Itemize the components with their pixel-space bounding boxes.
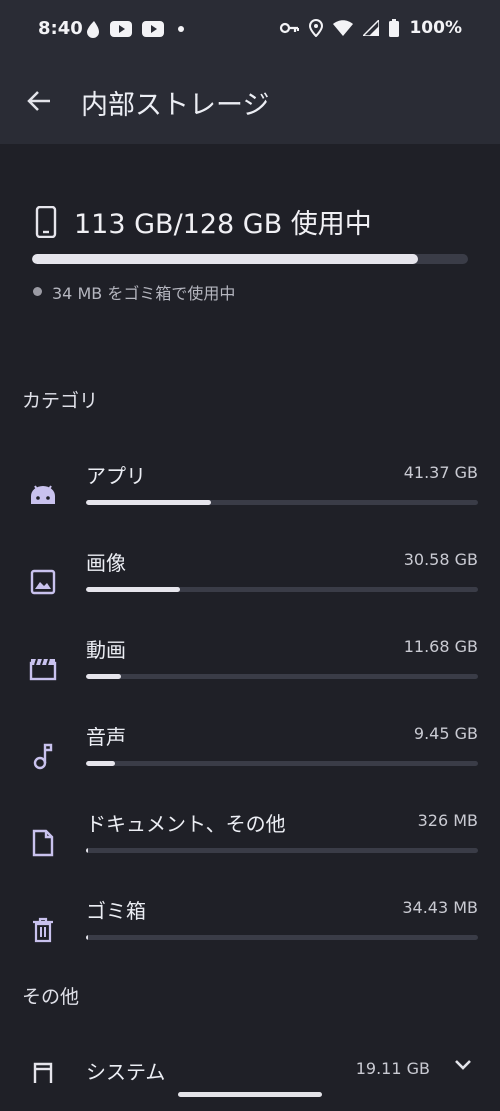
wifi-icon <box>333 20 354 36</box>
system-row[interactable]: システム 19.11 GB <box>0 1046 500 1096</box>
phone-icon <box>35 206 57 238</box>
storage-usage-bar <box>32 254 468 264</box>
movie-icon <box>28 654 58 684</box>
category-bar-fill <box>86 500 212 505</box>
category-bar <box>86 761 478 766</box>
drop-icon <box>87 21 99 38</box>
image-icon <box>28 567 58 597</box>
notification-icons <box>86 20 188 38</box>
category-row-trash[interactable]: ゴミ箱 34.43 MB <box>0 895 500 967</box>
youtube-icon <box>142 21 164 37</box>
category-bar <box>86 848 478 853</box>
system-icon <box>28 1058 58 1088</box>
category-size: 34.43 MB <box>402 898 478 917</box>
status-bar: 8:40 100% <box>0 0 500 60</box>
music-note-icon <box>28 741 58 771</box>
dot-icon <box>178 26 184 32</box>
youtube-icon <box>110 21 132 37</box>
category-size: 30.58 GB <box>403 550 478 569</box>
other-heading: その他 <box>22 986 80 1008</box>
category-row-audio[interactable]: 音声 9.45 GB <box>0 721 500 793</box>
category-bar-fill <box>86 587 181 592</box>
category-size: 326 MB <box>417 811 478 830</box>
trash-icon <box>28 915 58 945</box>
storage-usage-bar-fill <box>32 254 418 264</box>
category-label: 音声 <box>86 725 126 749</box>
category-row-images[interactable]: 画像 30.58 GB <box>0 547 500 619</box>
android-icon <box>28 480 58 510</box>
category-label: アプリ <box>86 464 146 488</box>
page-title: 内部ストレージ <box>81 90 270 121</box>
battery-level: 100% <box>409 18 462 38</box>
category-bar-fill <box>86 935 88 940</box>
category-label: ドキュメント、その他 <box>86 812 286 836</box>
system-size: 19.11 GB <box>355 1059 430 1078</box>
trash-usage-note: 34 MB をゴミ箱で使用中 <box>52 284 236 303</box>
app-bar: 内部ストレージ <box>0 60 500 144</box>
gesture-nav-handle[interactable] <box>178 1092 322 1097</box>
back-arrow-icon <box>27 91 50 111</box>
category-bar <box>86 500 478 505</box>
category-bar-fill <box>86 674 122 679</box>
category-bar-fill <box>86 761 116 766</box>
category-row-apps[interactable]: アプリ 41.37 GB <box>0 460 500 532</box>
category-row-documents[interactable]: ドキュメント、その他 326 MB <box>0 808 500 880</box>
system-status-icons: 100% <box>279 18 462 38</box>
category-bar <box>86 674 478 679</box>
category-size: 9.45 GB <box>413 724 478 743</box>
status-time: 8:40 <box>38 18 83 39</box>
document-icon <box>28 828 58 858</box>
signal-icon <box>363 20 380 36</box>
chevron-down-icon[interactable] <box>454 1058 472 1072</box>
system-label: システム <box>86 1060 166 1084</box>
category-bar <box>86 587 478 592</box>
category-label: 画像 <box>86 551 126 575</box>
trash-indicator-dot <box>33 287 42 296</box>
category-label: 動画 <box>86 638 126 662</box>
category-label: ゴミ箱 <box>86 899 146 923</box>
category-size: 41.37 GB <box>403 463 478 482</box>
category-row-videos[interactable]: 動画 11.68 GB <box>0 634 500 706</box>
back-button[interactable] <box>22 84 56 118</box>
category-size: 11.68 GB <box>403 637 478 656</box>
location-icon <box>309 19 324 37</box>
battery-icon <box>389 19 400 37</box>
categories-heading: カテゴリ <box>22 390 99 412</box>
category-bar <box>86 935 478 940</box>
key-icon <box>280 22 300 34</box>
category-bar-fill <box>86 848 88 853</box>
storage-usage-title: 113 GB/128 GB 使用中 <box>74 209 372 240</box>
